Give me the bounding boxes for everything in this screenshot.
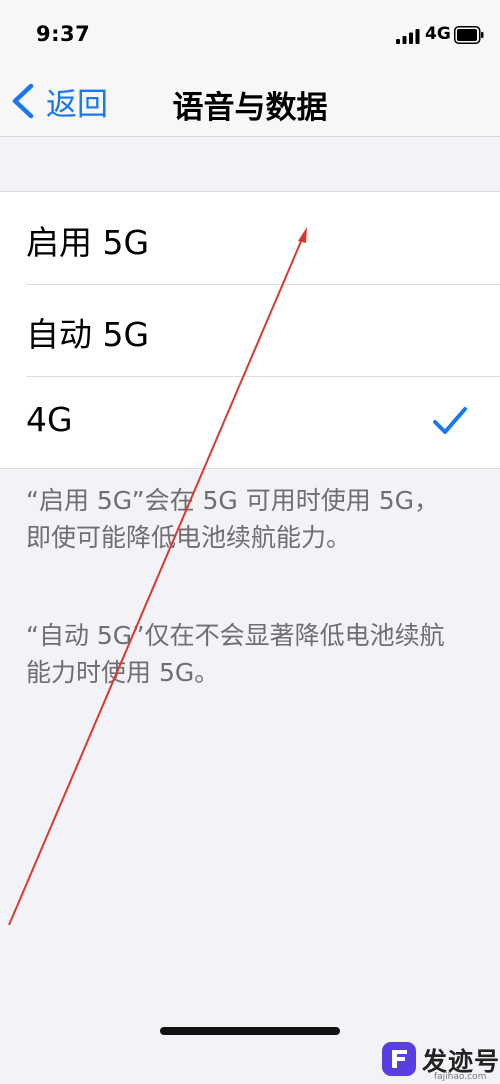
home-indicator[interactable] [160,1027,340,1035]
watermark-logo [382,1042,416,1076]
option-label: 4G [26,400,73,439]
battery-icon [454,26,484,44]
option-label: 自动 5G [26,315,150,354]
network-options-list: 启用 5G 自动 5G 4G [0,191,500,469]
chevron-left-icon [12,83,34,119]
back-label: 返回 [46,86,108,123]
enable-5g-description: “启用 5G”会在 5G 可用时使用 5G，即使可能降低电池续航能力。 [26,486,439,552]
status-bar: 9:37 4G [0,0,500,70]
auto-5g-description: “自动 5G”仅在不会显著降低电池续航能力时使用 5G。 [26,621,445,687]
network-type: 4G [425,24,451,44]
option-4g[interactable]: 4G [0,376,500,468]
option-enable-5g[interactable]: 启用 5G [0,192,500,284]
navigation-bar: 返回 语音与数据 [0,70,500,137]
option-label: 启用 5G [26,223,150,262]
watermark: 发迹号 fajihao.com [372,1036,500,1084]
checkmark-icon [433,407,467,434]
option-auto-5g[interactable]: 自动 5G [0,284,500,376]
back-button[interactable]: 返回 [10,80,108,123]
status-time: 9:37 [36,22,91,46]
page-title: 语音与数据 [172,90,328,126]
cellular-signal-icon [396,29,420,44]
watermark-url: fajihao.com [434,1072,487,1082]
